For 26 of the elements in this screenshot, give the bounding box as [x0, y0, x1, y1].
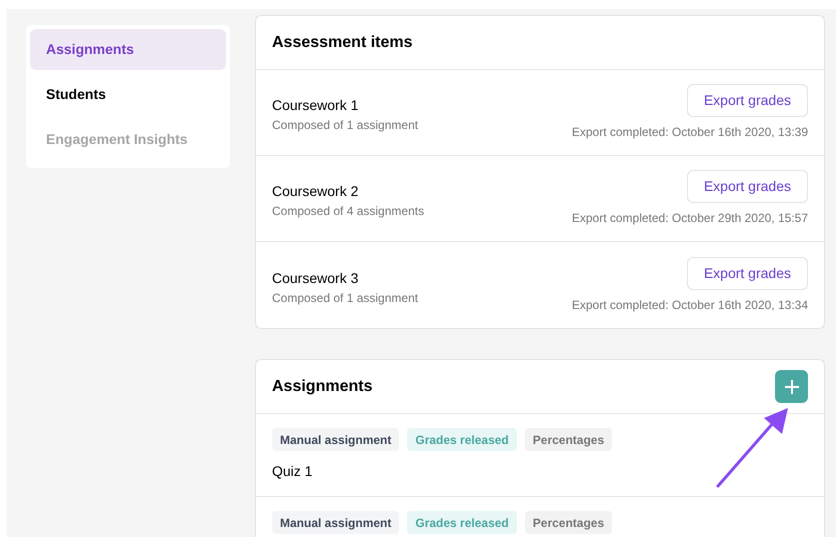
item-subtitle: Composed of 4 assignments	[272, 203, 424, 220]
assignment-tag: Manual assignment	[272, 511, 400, 534]
item-name: Coursework 3	[272, 268, 360, 288]
item-name: Coursework 2	[272, 182, 360, 201]
plus-icon	[784, 378, 800, 394]
add-button[interactable]	[775, 370, 808, 403]
export-status: Export completed: October 16th 2020, 13:34	[572, 296, 808, 314]
export-grades-button[interactable]: Export grades	[686, 84, 808, 117]
export-grades-button[interactable]: Export grades	[686, 170, 808, 203]
item-subtitle: Composed of 1 assignment	[272, 290, 418, 306]
export-status: Export completed: October 29th 2020, 15:57	[572, 210, 808, 227]
section-title: Assessment items	[272, 32, 413, 52]
export-grades-button[interactable]: Export grades	[686, 256, 808, 290]
assignment-tag: Percentages	[524, 511, 612, 534]
item-name: Coursework 1	[272, 96, 360, 115]
arrow-icon	[716, 406, 790, 488]
section-title: Assignments	[272, 376, 372, 396]
item-subtitle: Composed of 1 assignment	[272, 117, 418, 134]
sidebar-item[interactable]: Assignments	[30, 29, 226, 70]
assignment-name: Quiz 1	[272, 462, 314, 481]
export-status: Export completed: October 16th 2020, 13:39	[572, 124, 808, 141]
sidebar-item[interactable]: Students	[30, 74, 226, 115]
assignment-tag: Percentages	[524, 428, 612, 451]
assignment-tag: Manual assignment	[272, 428, 400, 451]
assignment-tag: Grades released	[407, 428, 517, 451]
assignment-tag: Grades released	[407, 511, 517, 534]
